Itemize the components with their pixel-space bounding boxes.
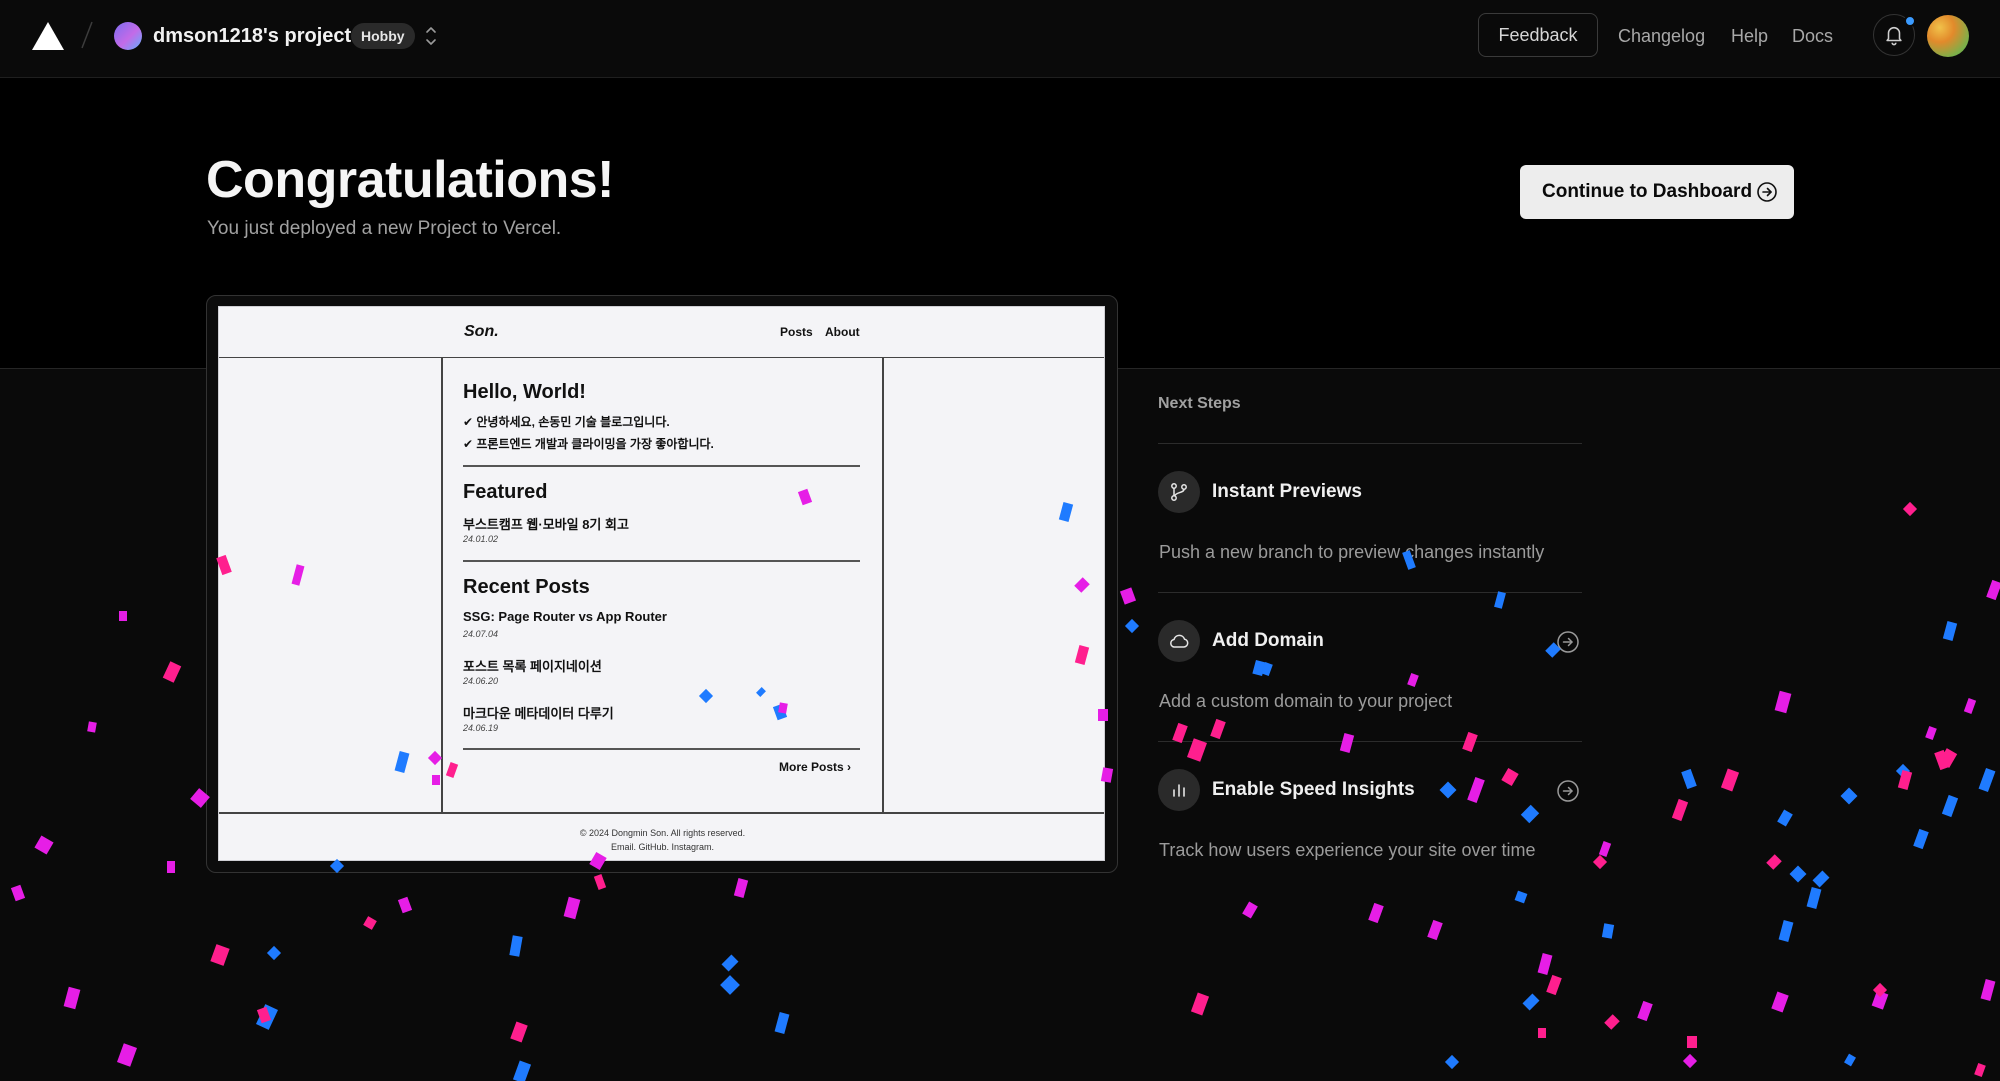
preview-recent-date: 24.06.19 bbox=[463, 723, 499, 733]
next-steps-divider bbox=[1158, 443, 1582, 444]
chevron-up-down-icon[interactable] bbox=[423, 22, 439, 50]
feedback-button[interactable]: Feedback bbox=[1478, 13, 1598, 57]
preview-footer-links: Email. GitHub. Instagram. bbox=[610, 842, 715, 852]
preview-nav-posts: Posts bbox=[780, 325, 813, 339]
preview-divider bbox=[463, 560, 860, 562]
preview-intro-line: ✔ 안녕하세요, 손동민 기술 블로그입니다. bbox=[463, 415, 670, 429]
vercel-logo-icon[interactable] bbox=[30, 20, 66, 52]
preview-recent-date: 24.07.04 bbox=[463, 629, 499, 639]
plan-badge: Hobby bbox=[351, 23, 415, 49]
nav-link-docs[interactable]: Docs bbox=[1792, 22, 1833, 50]
preview-recent-heading: Recent Posts bbox=[463, 576, 590, 598]
nav-link-help[interactable]: Help bbox=[1731, 22, 1768, 50]
team-avatar[interactable] bbox=[114, 22, 142, 50]
user-avatar[interactable] bbox=[1927, 15, 1969, 57]
continue-to-dashboard-button[interactable]: Continue to Dashboard bbox=[1520, 165, 1794, 219]
preview-nav-about: About bbox=[825, 325, 860, 339]
preview-column-divider bbox=[882, 358, 884, 812]
preview-featured-heading: Featured bbox=[463, 481, 548, 503]
preview-recent-title: 마크다운 메타데이터 다루기 bbox=[463, 706, 614, 721]
continue-button-label: Continue to Dashboard bbox=[1542, 181, 1753, 202]
preview-recent-date: 24.06.20 bbox=[463, 676, 499, 686]
preview-footer-divider bbox=[219, 812, 1104, 814]
next-steps-heading: Next Steps bbox=[1158, 395, 1241, 412]
next-steps-divider bbox=[1158, 741, 1582, 742]
arrow-right-circle-icon[interactable] bbox=[1556, 630, 1580, 654]
nav-link-changelog[interactable]: Changelog bbox=[1618, 22, 1705, 50]
preview-intro-line: ✔ 프론트엔드 개발과 클라이밍을 가장 좋아합니다. bbox=[463, 437, 714, 451]
breadcrumb-separator-icon bbox=[81, 21, 93, 49]
next-step-title[interactable]: Enable Speed Insights bbox=[1212, 779, 1415, 801]
next-step-description: Add a custom domain to your project bbox=[1159, 691, 1453, 711]
git-branch-icon bbox=[1158, 471, 1200, 513]
top-navigation-bar: dmson1218's projects Hobby Feedback Chan… bbox=[0, 0, 2000, 78]
preview-column-divider bbox=[441, 358, 443, 812]
bell-icon bbox=[1886, 26, 1902, 46]
preview-recent-title: SSG: Page Router vs App Router bbox=[463, 609, 667, 624]
bar-chart-icon bbox=[1158, 769, 1200, 811]
notification-dot bbox=[1904, 15, 1916, 27]
page-title: Congratulations! bbox=[206, 151, 614, 209]
next-step-description: Push a new branch to preview changes ins… bbox=[1159, 542, 1545, 562]
next-step-title[interactable]: Instant Previews bbox=[1212, 481, 1362, 503]
next-steps-divider bbox=[1158, 592, 1582, 593]
preview-more-posts-link: More Posts › bbox=[779, 760, 852, 774]
preview-divider bbox=[463, 748, 860, 750]
deployment-preview-screenshot[interactable]: Son. Posts About Hello, World! ✔ 안녕하세요, … bbox=[218, 306, 1105, 861]
preview-featured-title: 부스트캠프 웹·모바일 8기 회고 bbox=[463, 517, 629, 532]
preview-divider bbox=[463, 465, 860, 467]
team-name[interactable]: dmson1218's projects bbox=[153, 22, 362, 50]
arrow-right-circle-icon[interactable] bbox=[1556, 779, 1580, 803]
next-step-title[interactable]: Add Domain bbox=[1212, 630, 1324, 652]
cloud-icon bbox=[1158, 620, 1200, 662]
preview-hello-heading: Hello, World! bbox=[463, 381, 586, 403]
preview-recent-title: 포스트 목록 페이지네이션 bbox=[463, 659, 602, 674]
page-subtitle: You just deployed a new Project to Verce… bbox=[207, 218, 562, 239]
next-step-description: Track how users experience your site ove… bbox=[1159, 840, 1536, 860]
preview-copyright: © 2024 Dongmin Son. All rights reserved. bbox=[579, 828, 746, 838]
preview-featured-date: 24.01.02 bbox=[463, 534, 499, 544]
arrow-right-circle-icon bbox=[1757, 182, 1777, 202]
preview-site-brand: Son. bbox=[464, 323, 499, 340]
preview-site-header: Son. Posts About bbox=[219, 307, 1104, 358]
